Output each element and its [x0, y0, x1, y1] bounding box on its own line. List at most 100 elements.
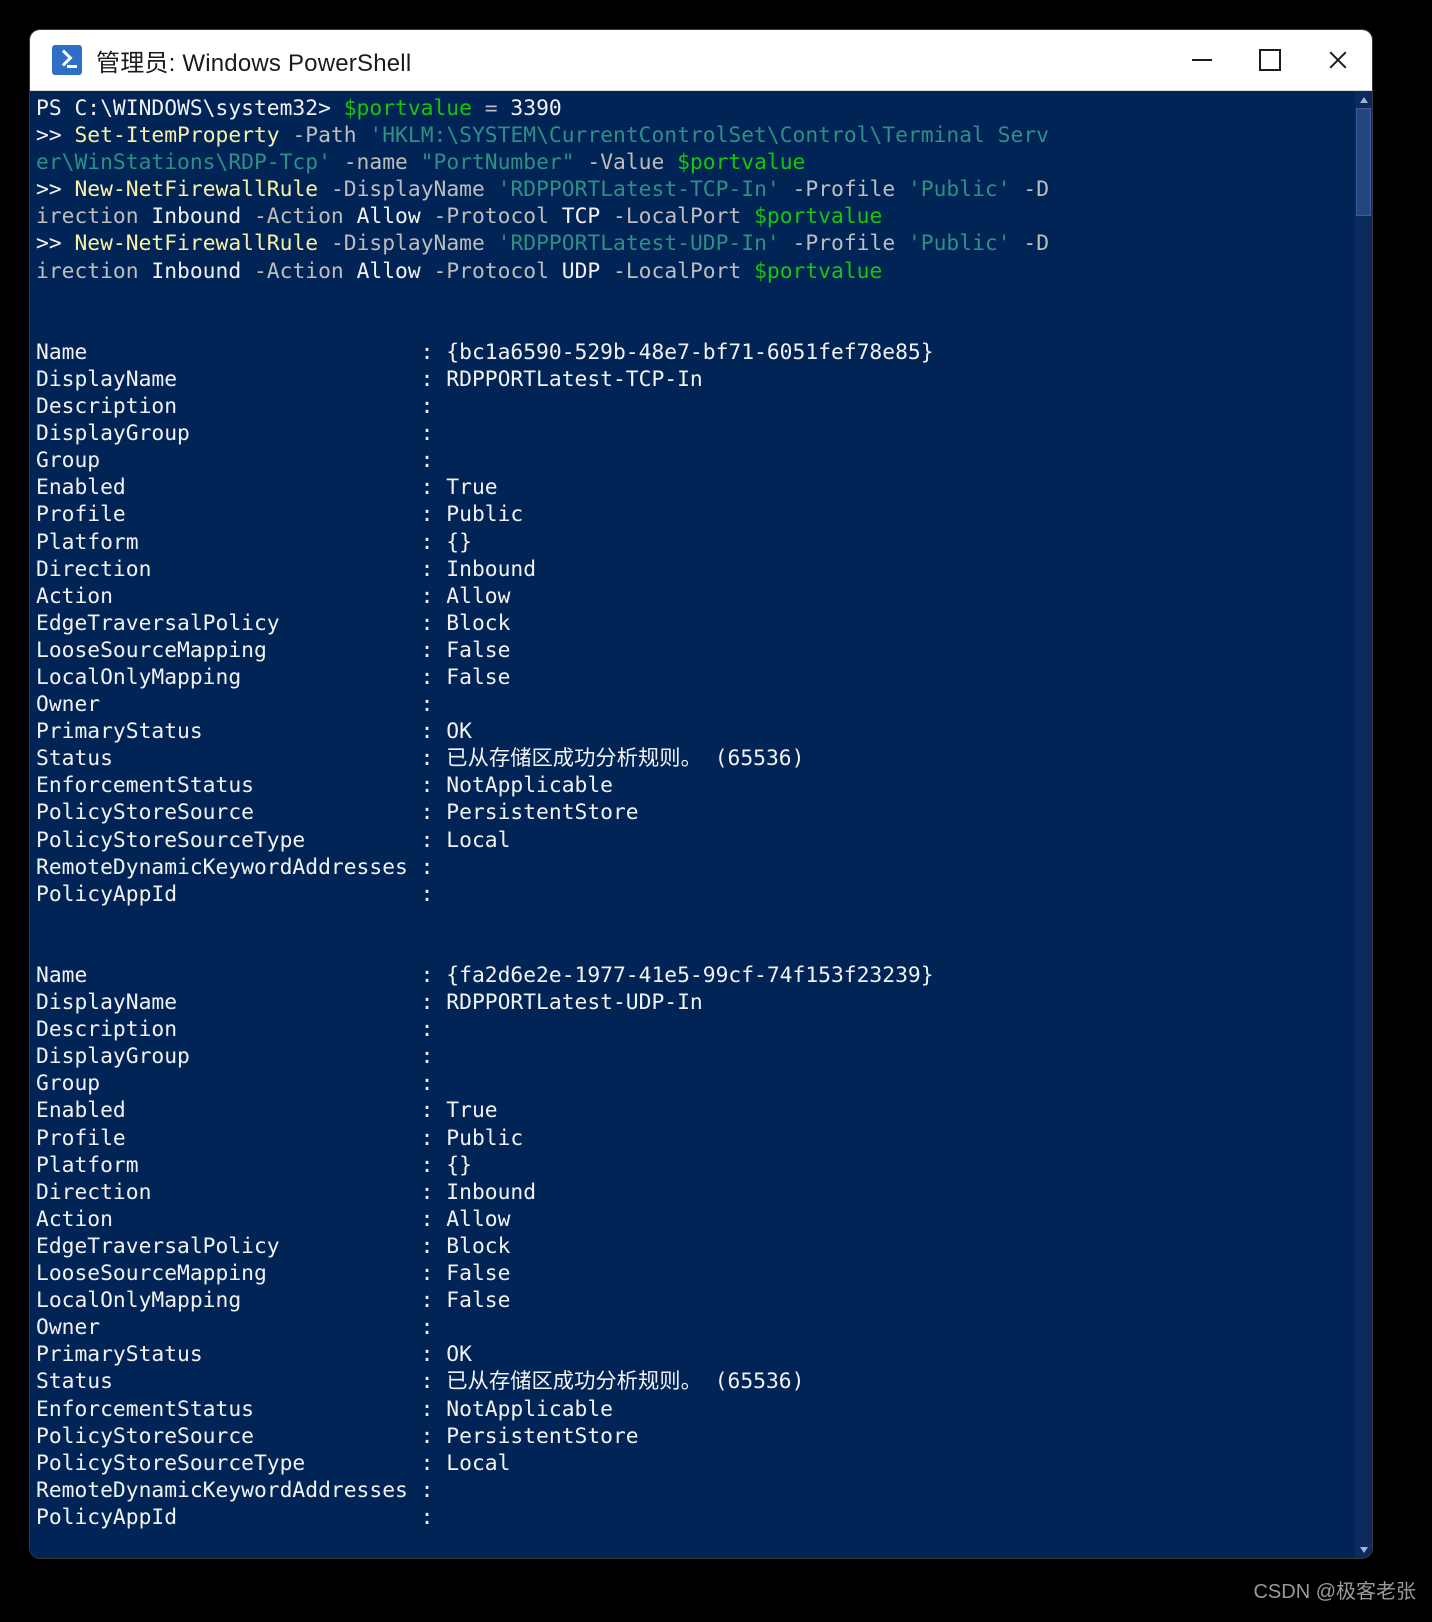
- property-name: Enabled: [36, 1098, 421, 1124]
- scrollbar-thumb[interactable]: [1356, 108, 1371, 216]
- property-row: LocalOnlyMapping : False: [36, 1287, 1372, 1314]
- property-colon: :: [420, 990, 434, 1016]
- console-area[interactable]: PS C:\WINDOWS\system32> $portvalue = 339…: [30, 91, 1372, 1558]
- property-name: Name: [36, 339, 421, 365]
- console-token: 'HKLM:\SYSTEM\CurrentControlSet\Control\…: [369, 123, 1049, 149]
- property-name: Direction: [36, 1179, 421, 1205]
- property-row: EnforcementStatus : NotApplicable: [36, 1396, 1372, 1423]
- property-colon: :: [420, 1288, 434, 1314]
- property-name: PrimaryStatus: [36, 1342, 421, 1368]
- console-token: -Action: [253, 204, 344, 230]
- property-colon: :: [420, 692, 434, 718]
- console-line: >> Set-ItemProperty -Path 'HKLM:\SYSTEM\…: [36, 122, 1372, 149]
- console-line: PS C:\WINDOWS\system32> $portvalue = 339…: [36, 95, 1372, 122]
- property-colon: :: [420, 1017, 434, 1043]
- screenshot-root: 管理员: Windows PowerShell PS C:\WINDOWS\sy…: [0, 0, 1432, 1622]
- console-token: [741, 204, 754, 229]
- property-row: Platform : {}: [36, 529, 1372, 556]
- property-colon: :: [420, 475, 434, 501]
- close-button[interactable]: [1304, 30, 1372, 90]
- property-row: Direction : Inbound: [36, 1179, 1372, 1206]
- close-icon: [1327, 49, 1349, 71]
- property-value: OK: [433, 1342, 472, 1368]
- console-token: >>: [36, 231, 62, 257]
- property-colon: :: [420, 827, 434, 853]
- property-row: Direction : Inbound: [36, 556, 1372, 583]
- firewall-rule-block: Name : {bc1a6590-529b-48e7-bf71-6051fef7…: [36, 339, 1372, 908]
- property-name: PolicyStoreSource: [36, 800, 421, 826]
- console-token: -Protocol: [433, 204, 549, 230]
- property-value: Allow: [433, 1206, 511, 1232]
- console-token: -Action: [253, 258, 344, 284]
- console-token: >>: [36, 123, 62, 149]
- property-name: Status: [36, 746, 421, 772]
- console-token: 'Public': [907, 177, 1011, 203]
- property-colon: :: [420, 1315, 434, 1341]
- console-token: -Profile: [792, 231, 896, 257]
- property-colon: :: [420, 963, 434, 988]
- property-row: PolicyStoreSourceType : Local: [36, 1450, 1372, 1477]
- window-titlebar[interactable]: 管理员: Windows PowerShell: [30, 30, 1372, 91]
- property-name: DisplayName: [36, 366, 421, 392]
- property-colon: :: [420, 1233, 434, 1259]
- scroll-down-button[interactable]: [1355, 1541, 1372, 1558]
- property-name: Status: [36, 1369, 421, 1395]
- property-colon: :: [420, 773, 434, 799]
- property-name: LocalOnlyMapping: [36, 1288, 421, 1314]
- property-name: Owner: [36, 1315, 421, 1341]
- console-token: Inbound: [138, 258, 254, 284]
- maximize-button[interactable]: [1236, 30, 1304, 90]
- property-value: Public: [433, 502, 524, 528]
- property-colon: :: [420, 529, 434, 555]
- console-token: [62, 177, 75, 202]
- property-row: LocalOnlyMapping : False: [36, 664, 1372, 691]
- console-token: irection: [36, 204, 139, 230]
- property-colon: :: [420, 1504, 434, 1530]
- console-token: [331, 96, 344, 121]
- property-row: Action : Allow: [36, 1206, 1372, 1233]
- property-value: 已从存储区成功分析规则。 (65536): [433, 1369, 805, 1395]
- property-row: DisplayGroup :: [36, 1043, 1372, 1070]
- property-colon: :: [420, 881, 434, 907]
- watermark: CSDN @极客老张: [1253, 1581, 1416, 1603]
- property-colon: :: [420, 1098, 434, 1124]
- console-token: [895, 231, 908, 256]
- console-token: -Profile: [792, 177, 896, 203]
- window-controls: [1168, 30, 1372, 90]
- property-name: DisplayGroup: [36, 1044, 421, 1070]
- property-value: False: [433, 1261, 511, 1287]
- property-row: Group :: [36, 447, 1372, 474]
- property-colon: :: [420, 448, 434, 474]
- property-name: Action: [36, 583, 421, 609]
- console-token: 'RDPPORTLatest-TCP-In': [497, 177, 780, 203]
- console-token: [318, 177, 331, 202]
- console-token: -DisplayName: [330, 177, 485, 203]
- property-value: Block: [433, 1233, 511, 1259]
- property-value: Inbound: [433, 556, 537, 582]
- console-token: [331, 150, 344, 175]
- console-token: [280, 123, 293, 148]
- property-name: LocalOnlyMapping: [36, 664, 421, 690]
- property-colon: :: [420, 394, 434, 420]
- property-colon: :: [420, 421, 434, 447]
- property-row: PolicyAppId :: [36, 1504, 1372, 1531]
- property-row: DisplayName : RDPPORTLatest-UDP-In: [36, 989, 1372, 1016]
- console-token: -LocalPort: [613, 204, 742, 230]
- property-name: PolicyStoreSource: [36, 1423, 421, 1449]
- property-colon: :: [420, 664, 434, 690]
- property-row: Description :: [36, 1016, 1372, 1043]
- property-colon: :: [420, 366, 434, 392]
- firewall-rule-block: Name : {fa2d6e2e-1977-41e5-99cf-74f153f2…: [36, 962, 1372, 1531]
- console-scrollbar[interactable]: [1355, 91, 1372, 1558]
- property-value: RDPPORTLatest-TCP-In: [433, 366, 703, 392]
- property-row: EdgeTraversalPolicy : Block: [36, 610, 1372, 637]
- minimize-button[interactable]: [1168, 30, 1236, 90]
- console-token: Set-ItemProperty: [74, 123, 280, 149]
- property-row: Group :: [36, 1070, 1372, 1097]
- property-colon: :: [420, 637, 434, 663]
- chevron-up-icon: [1359, 96, 1368, 103]
- scroll-up-button[interactable]: [1355, 91, 1372, 108]
- console-token: -Protocol: [433, 258, 549, 284]
